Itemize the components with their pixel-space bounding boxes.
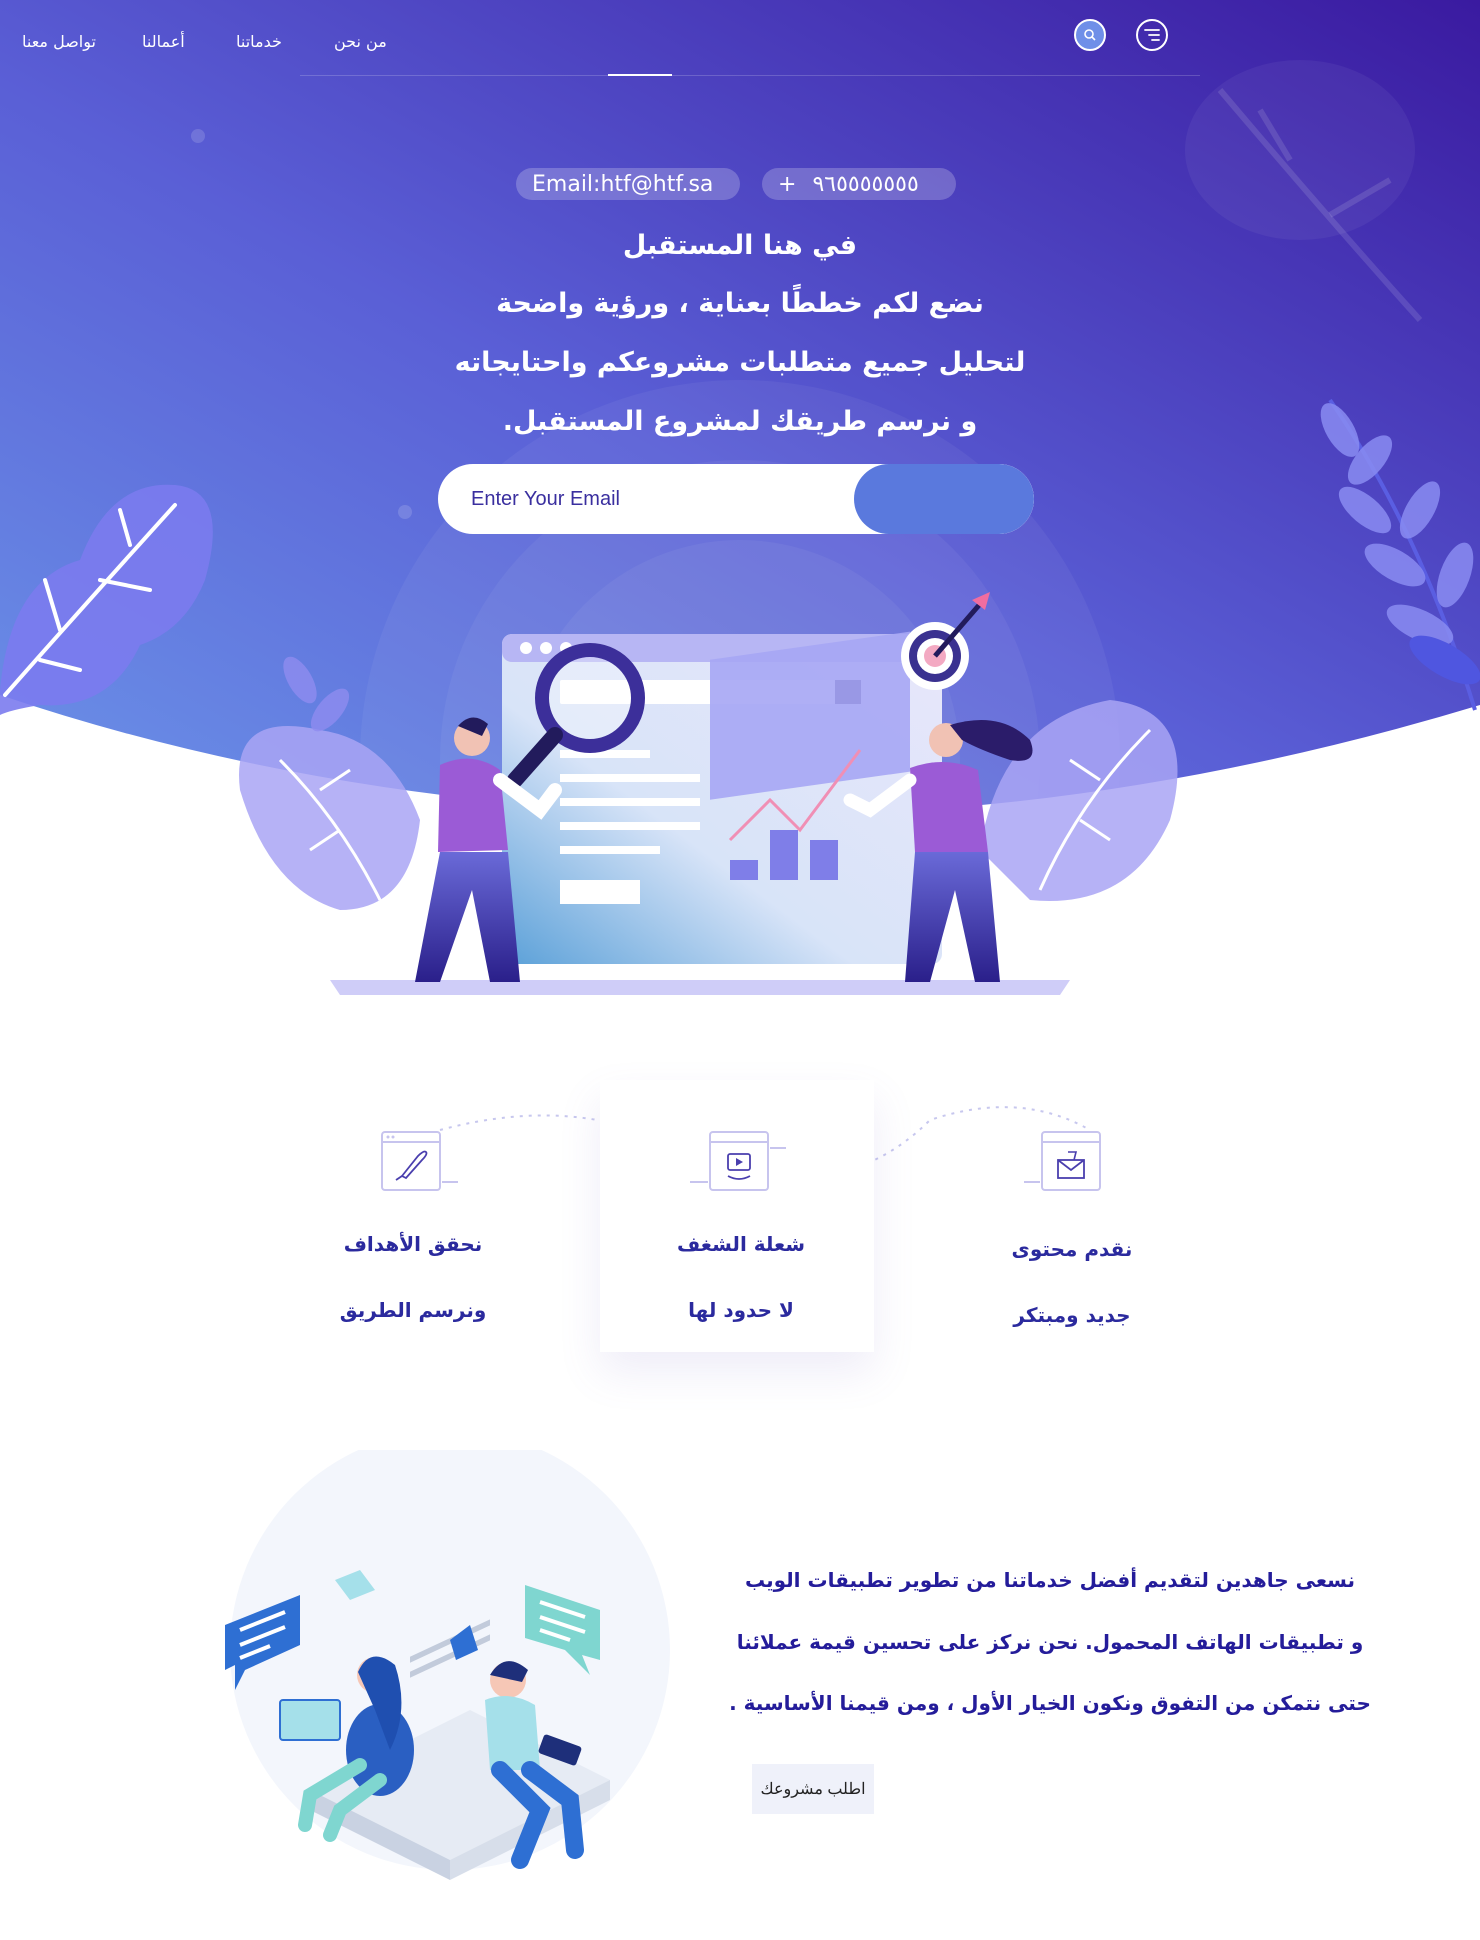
hero-line-2: نضع لكم خططًا بعناية ، ورؤية واضحة [496,288,984,319]
nav-contact[interactable]: تواصل معنا [22,32,96,51]
hero-line-4: و نرسم طريقك لمشروع المستقبل. [502,406,978,437]
menu-button[interactable] [1136,19,1168,51]
about-line-2: و تطبيقات الهاتف المحمول. نحن نركز على ت… [736,1630,1364,1654]
feature-2-line-1: شعلة الشغف [676,1232,806,1256]
nav-services[interactable]: خدماتنا [236,32,282,51]
about-line-3: حتى نتمكن من التفوق ونكون الخيار الأول ،… [729,1691,1371,1715]
about-illustration [225,1450,670,1880]
hero-title: في هنا المستقبل [622,230,858,261]
about-line-1: نسعى جاهدين لتقديم أفضل خدماتنا من تطوير… [744,1568,1356,1592]
nav-active-indicator [608,74,672,76]
phone-number: ٩٦٥٥٥٥٥٥٥ [812,171,919,197]
right-branch-decoration [1320,398,1480,711]
search-button[interactable] [1074,19,1106,51]
email-input[interactable] [438,464,838,534]
menu-icon [1144,29,1160,41]
hero-line-3: لتحليل جميع متطلبات مشروعكم واحتايجاته [454,347,1026,378]
phone-plus: + [778,171,797,197]
search-icon [1084,29,1096,41]
feature-1-line-2: ونرسم الطريق [339,1298,487,1322]
nav-works[interactable]: أعمالنا [142,32,185,51]
video-icon [690,1131,786,1191]
request-project-button[interactable]: اطلب مشروعك [752,1764,874,1814]
rocket-icon [381,1131,458,1191]
mail-icon [1024,1131,1101,1191]
phone-pill[interactable]: + ٩٦٥٥٥٥٥٥٥ [762,168,956,200]
feature-3-line-1: نقدم محتوى [1011,1237,1133,1261]
subscribe-button[interactable] [854,464,1034,534]
feature-2-line-2: لا حدود لها [688,1298,794,1322]
subscribe-form [438,464,1034,534]
left-leaf-decoration [0,484,213,715]
feature-3-line-2: جديد ومبتكر [1013,1303,1131,1327]
hero-illustration [239,592,1178,995]
feature-1-line-1: نحقق الأهداف [343,1232,483,1256]
email-text: Email:htf@htf.sa [532,171,714,197]
email-pill[interactable]: Email:htf@htf.sa [516,168,740,200]
nav-divider [300,75,1200,76]
nav-about[interactable]: من نحن [334,32,387,51]
